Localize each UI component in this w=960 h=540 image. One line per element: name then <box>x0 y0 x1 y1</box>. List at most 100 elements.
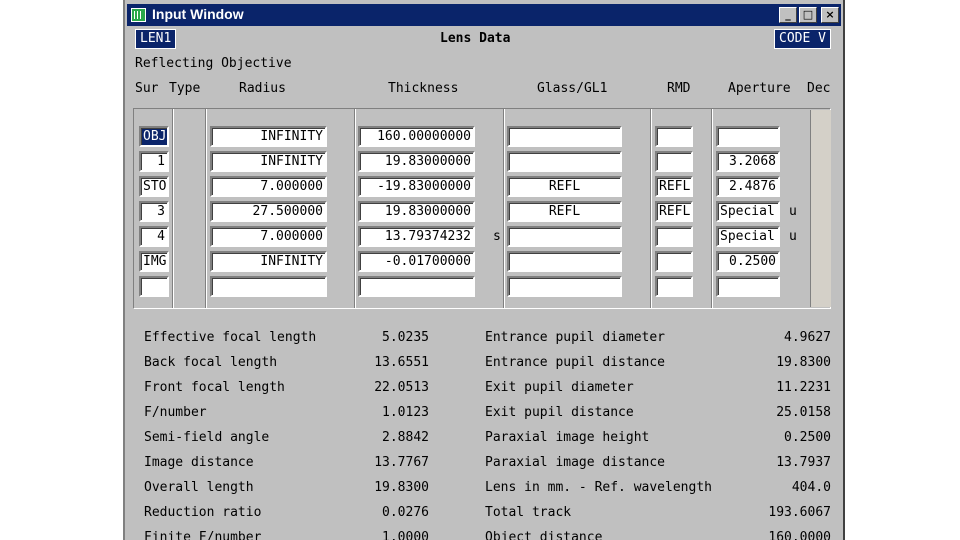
glass-cell[interactable] <box>507 251 622 272</box>
section-title: Lens Data <box>440 31 511 46</box>
table-scrollbar[interactable] <box>810 110 831 307</box>
aperture-cell[interactable]: Special <box>716 226 780 247</box>
thickness-cell[interactable]: 160.00000000 <box>358 126 475 147</box>
thickness-cell[interactable]: 19.83000000 <box>358 201 475 222</box>
stat-value: 404.0 <box>791 480 831 495</box>
stat-value: 13.7767 <box>374 455 429 470</box>
stat-label: Exit pupil distance <box>485 405 634 420</box>
rmd-cell[interactable] <box>655 251 693 272</box>
stat-value: 160.0000 <box>768 530 831 540</box>
thickness-cell[interactable]: -0.01700000 <box>358 251 475 272</box>
column-divider <box>355 109 356 308</box>
surface-cell[interactable] <box>139 276 169 297</box>
radius-cell[interactable]: INFINITY <box>210 126 327 147</box>
stat-label: Back focal length <box>144 355 278 370</box>
surface-cell[interactable]: 4 <box>139 226 169 247</box>
radius-cell[interactable]: INFINITY <box>210 251 327 272</box>
glass-cell[interactable]: REFL <box>507 176 622 197</box>
radius-cell[interactable]: 7.000000 <box>210 176 327 197</box>
column-divider <box>206 109 207 308</box>
stat-value: 19.8300 <box>776 355 831 370</box>
col-header-glass: Glass/GL1 <box>537 81 608 96</box>
surface-cell[interactable]: IMG <box>139 251 169 272</box>
aperture-cell[interactable]: 0.2500 <box>716 251 780 272</box>
stat-value: 193.6067 <box>768 505 831 520</box>
stat-label: Lens in mm. - Ref. wavelength <box>485 480 712 495</box>
stat-value: 22.0513 <box>374 380 429 395</box>
stat-value: 13.7937 <box>776 455 831 470</box>
aperture-cell[interactable] <box>716 276 780 297</box>
stat-value: 2.8842 <box>382 430 429 445</box>
aperture-flag: u <box>789 229 797 244</box>
title-bar[interactable]: Input Window _ □ × <box>127 4 841 26</box>
thickness-cell[interactable]: 19.83000000 <box>358 151 475 172</box>
rmd-cell[interactable]: REFL <box>655 201 693 222</box>
stat-value: 19.8300 <box>374 480 429 495</box>
minimize-button[interactable]: _ <box>779 7 797 23</box>
col-header-thickness: Thickness <box>388 81 459 96</box>
rmd-cell[interactable] <box>655 226 693 247</box>
thickness-cell[interactable]: 13.79374232 <box>358 226 475 247</box>
stat-label: Entrance pupil distance <box>485 355 666 370</box>
surface-cell[interactable]: 3 <box>139 201 169 222</box>
stat-label: F/number <box>144 405 207 420</box>
thickness-solve-flag: s <box>493 229 501 244</box>
stat-label: Object distance <box>485 530 603 540</box>
column-divider <box>173 109 174 308</box>
stat-label: Entrance pupil diameter <box>485 330 666 345</box>
stat-value: 4.9627 <box>784 330 831 345</box>
glass-cell[interactable] <box>507 276 622 297</box>
glass-cell[interactable]: REFL <box>507 201 622 222</box>
stat-value: 1.0000 <box>382 530 429 540</box>
stat-label: Paraxial image distance <box>485 455 666 470</box>
col-header-aperture: Aperture <box>728 81 791 96</box>
thickness-cell[interactable] <box>358 276 475 297</box>
aperture-cell[interactable]: Special <box>716 201 780 222</box>
col-header-dec: Dec <box>807 81 831 96</box>
stat-label: Total track <box>485 505 572 520</box>
stat-label: Finite F/number <box>144 530 262 540</box>
aperture-cell[interactable] <box>716 126 780 147</box>
thickness-cell[interactable]: -19.83000000 <box>358 176 475 197</box>
rmd-cell[interactable] <box>655 151 693 172</box>
stat-value: 11.2231 <box>776 380 831 395</box>
window-title: Input Window <box>152 6 244 22</box>
app-grid-icon <box>131 8 146 22</box>
radius-cell[interactable]: INFINITY <box>210 151 327 172</box>
maximize-button[interactable]: □ <box>799 7 817 23</box>
stat-label: Overall length <box>144 480 254 495</box>
radius-cell[interactable]: 27.500000 <box>210 201 327 222</box>
input-window: Input Window _ □ × LEN1 Lens Data CODE V… <box>123 0 845 540</box>
stat-value: 0.0276 <box>382 505 429 520</box>
stat-label: Paraxial image height <box>485 430 650 445</box>
lens-id-badge[interactable]: LEN1 <box>135 29 177 49</box>
code-v-button[interactable]: CODE V <box>774 29 831 49</box>
col-header-radius: Radius <box>239 81 286 96</box>
surface-cell[interactable]: OBJ <box>139 126 169 147</box>
col-header-type: Type <box>169 81 201 96</box>
glass-cell[interactable] <box>507 226 622 247</box>
rmd-cell[interactable]: REFL <box>655 176 693 197</box>
col-header-sur: Sur <box>135 81 159 96</box>
glass-cell[interactable] <box>507 126 622 147</box>
rmd-cell[interactable] <box>655 126 693 147</box>
aperture-flag: u <box>789 204 797 219</box>
col-header-rmd: RMD <box>667 81 691 96</box>
radius-cell[interactable] <box>210 276 327 297</box>
stat-label: Semi-field angle <box>144 430 270 445</box>
aperture-cell[interactable]: 3.2068 <box>716 151 780 172</box>
column-divider <box>504 109 505 308</box>
column-divider <box>651 109 652 308</box>
close-button[interactable]: × <box>821 7 839 23</box>
stat-label: Front focal length <box>144 380 285 395</box>
glass-cell[interactable] <box>507 151 622 172</box>
lens-description: Reflecting Objective <box>135 56 292 71</box>
rmd-cell[interactable] <box>655 276 693 297</box>
radius-cell[interactable]: 7.000000 <box>210 226 327 247</box>
aperture-cell[interactable]: 2.4876 <box>716 176 780 197</box>
surface-cell[interactable]: STO <box>139 176 169 197</box>
surface-cell[interactable]: 1 <box>139 151 169 172</box>
stat-value: 1.0123 <box>382 405 429 420</box>
stat-value: 5.0235 <box>382 330 429 345</box>
stat-label: Reduction ratio <box>144 505 262 520</box>
